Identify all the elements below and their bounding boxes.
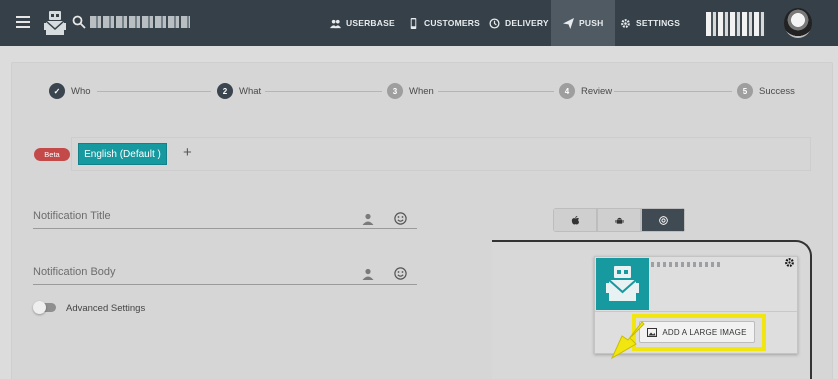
nav-settings[interactable]: SETTINGS xyxy=(620,0,680,46)
step-when[interactable]: 3 When xyxy=(387,83,434,99)
step-who[interactable]: ✓ Who xyxy=(49,83,91,99)
nav-customers-label: CUSTOMERS xyxy=(424,18,480,28)
chrome-icon xyxy=(658,215,668,225)
hamburger-menu-icon[interactable] xyxy=(16,16,30,28)
step-review-number: 4 xyxy=(559,83,575,99)
step-connector xyxy=(438,91,554,92)
history-icon xyxy=(489,17,500,29)
robot-logo-icon[interactable] xyxy=(44,9,66,37)
beta-badge: Beta xyxy=(34,148,70,161)
platform-chrome-button[interactable] xyxy=(641,208,685,232)
step-review[interactable]: 4 Review xyxy=(559,83,612,99)
add-language-button[interactable]: + xyxy=(183,144,192,162)
notification-divider xyxy=(595,311,797,312)
step-connector xyxy=(97,91,211,92)
nav-userbase[interactable]: USERBASE xyxy=(330,0,395,46)
language-tab-english[interactable]: English (Default ) xyxy=(78,143,167,165)
robot-logo-icon xyxy=(596,258,649,310)
nav-userbase-label: USERBASE xyxy=(346,18,395,28)
android-icon xyxy=(614,217,624,224)
nav-push-label: PUSH xyxy=(579,18,604,28)
step-connector xyxy=(265,91,382,92)
users-icon xyxy=(330,19,341,28)
platform-selector xyxy=(553,208,685,232)
gear-icon xyxy=(621,18,630,28)
gear-icon[interactable] xyxy=(784,257,795,268)
step-success-label: Success xyxy=(759,85,795,97)
image-icon xyxy=(647,327,658,337)
nav-delivery-label: DELIVERY xyxy=(505,18,549,28)
check-icon: ✓ xyxy=(49,83,65,99)
avatar[interactable] xyxy=(784,8,812,38)
notification-body-placeholder: Notification Body xyxy=(33,266,116,278)
step-what[interactable]: 2 What xyxy=(217,83,261,99)
phone-icon xyxy=(410,17,417,29)
step-when-label: When xyxy=(409,85,434,97)
user-name[interactable] xyxy=(706,12,766,36)
add-large-image-button[interactable]: ADD A LARGE IMAGE xyxy=(639,321,755,343)
nav-delivery[interactable]: DELIVERY xyxy=(489,0,549,46)
apple-icon xyxy=(571,215,579,224)
notification-body-field[interactable]: Notification Body xyxy=(33,263,417,285)
send-icon xyxy=(563,17,574,29)
step-who-label: Who xyxy=(71,85,91,97)
step-what-number: 2 xyxy=(217,83,233,99)
notification-preview-text xyxy=(651,262,723,267)
advanced-settings-toggle[interactable] xyxy=(33,301,56,314)
emoji-icon[interactable] xyxy=(394,267,407,280)
platform-ios-button[interactable] xyxy=(553,208,597,232)
pointer-arrow-icon xyxy=(610,321,645,360)
step-connector xyxy=(614,91,732,92)
personalize-user-icon[interactable] xyxy=(362,213,374,225)
brand-name xyxy=(90,16,190,28)
top-bar: USERBASE CUSTOMERS DELIVERY PUSH SETTING… xyxy=(0,0,838,46)
platform-android-button[interactable] xyxy=(597,208,641,232)
step-review-label: Review xyxy=(581,85,613,97)
nav-push[interactable]: PUSH xyxy=(551,0,616,46)
step-what-label: What xyxy=(239,85,262,97)
language-bar xyxy=(71,137,811,171)
step-success[interactable]: 5 Success xyxy=(737,83,795,99)
emoji-icon[interactable] xyxy=(394,212,407,225)
advanced-settings-label: Advanced Settings xyxy=(66,303,146,314)
add-large-image-label: ADD A LARGE IMAGE xyxy=(662,327,747,337)
nav-settings-label: SETTINGS xyxy=(636,18,681,28)
personalize-user-icon[interactable] xyxy=(362,268,374,280)
nav-customers[interactable]: CUSTOMERS xyxy=(408,0,480,46)
search-icon[interactable] xyxy=(72,15,86,29)
step-when-number: 3 xyxy=(387,83,403,99)
notification-title-placeholder: Notification Title xyxy=(33,210,111,222)
step-success-number: 5 xyxy=(737,83,753,99)
notification-title-field[interactable]: Notification Title xyxy=(33,207,417,229)
